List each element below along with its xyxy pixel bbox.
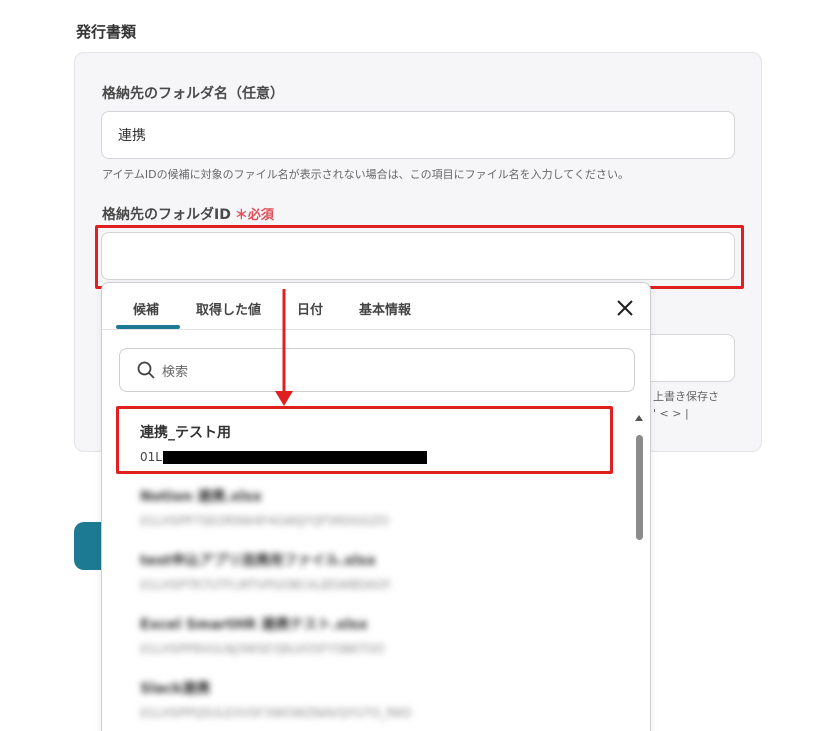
- folder-name-value: 連携: [118, 128, 146, 144]
- scrollbar-thumb[interactable]: [636, 435, 643, 540]
- tab-date[interactable]: 日付: [297, 299, 323, 318]
- list-item[interactable]: Excel SmartHR 連携テスト.xlsx 01LH5PP8VULNJ3W…: [140, 614, 385, 656]
- item-id: 01LH5PP7SEOR9W4F4GWIJYQF5RDGGZO: [140, 514, 389, 528]
- scroll-up-arrow-icon[interactable]: [635, 415, 643, 421]
- value-picker: 候補 取得した値 日付 基本情報 検索 連携_テスト用 01L Notion 連…: [101, 282, 651, 731]
- section-title: 発行書類: [76, 23, 137, 41]
- folder-name-input[interactable]: 連携: [101, 111, 735, 159]
- item-name: test申込アプリ连携用ファイル.xlsx: [140, 553, 376, 569]
- tab-basic-info[interactable]: 基本情報: [359, 299, 411, 318]
- highlight-frame-item: [116, 406, 613, 474]
- folder-name-hint: アイテムIDの候補に対象のファイル名が表示されない場合は、この項目にファイル名を…: [102, 168, 629, 181]
- tab-acquired-values[interactable]: 取得した値: [196, 299, 261, 318]
- search-placeholder: 検索: [162, 364, 189, 380]
- search-icon: [137, 361, 155, 379]
- background-hint-line2: ' < > |: [653, 407, 689, 420]
- item-name: Excel SmartHR 連携テスト.xlsx: [140, 617, 368, 633]
- background-hint-line1: 上書き保存さ: [653, 390, 719, 403]
- close-icon[interactable]: [614, 297, 636, 319]
- picker-tabs: 候補 取得した値 日付 基本情報: [102, 283, 650, 330]
- background-input[interactable]: [640, 334, 735, 382]
- item-id: 01LH5PP8VULNJ3W5EYJ6LVO5FY5B6TOO: [140, 642, 385, 656]
- required-badge: ＊必須: [234, 208, 274, 223]
- folder-name-label: 格納先のフォルダ名（任意）: [102, 86, 284, 102]
- highlight-frame-input: [95, 225, 744, 289]
- list-item[interactable]: Slack連携 01LH5PPQ5ULEXV5F3WOWZNAVQYU7O_RK…: [140, 678, 411, 720]
- item-name: Notion 連携.xlsx: [140, 489, 262, 505]
- tab-candidates[interactable]: 候補: [133, 299, 159, 318]
- item-name: Slack連携: [140, 681, 210, 697]
- folder-id-label: 格納先のフォルダID ＊必須: [102, 204, 274, 224]
- item-id: 01LH5PTR7UTFLMTVPGOBCALB5WBDAOY: [140, 578, 392, 592]
- folder-id-label-text: 格納先のフォルダID: [102, 207, 231, 223]
- picker-search-input[interactable]: 検索: [119, 348, 635, 392]
- list-item[interactable]: test申込アプリ连携用ファイル.xlsx 01LH5PTR7UTFLMTVPG…: [140, 550, 391, 592]
- active-tab-indicator: [116, 325, 180, 329]
- item-id: 01LH5PPQ5ULEXV5F3WOWZNAVQYU7O_RKO: [140, 706, 412, 720]
- list-item[interactable]: Notion 連携.xlsx 01LH5PP7SEOR9W4F4GWIJYQF5…: [140, 486, 389, 528]
